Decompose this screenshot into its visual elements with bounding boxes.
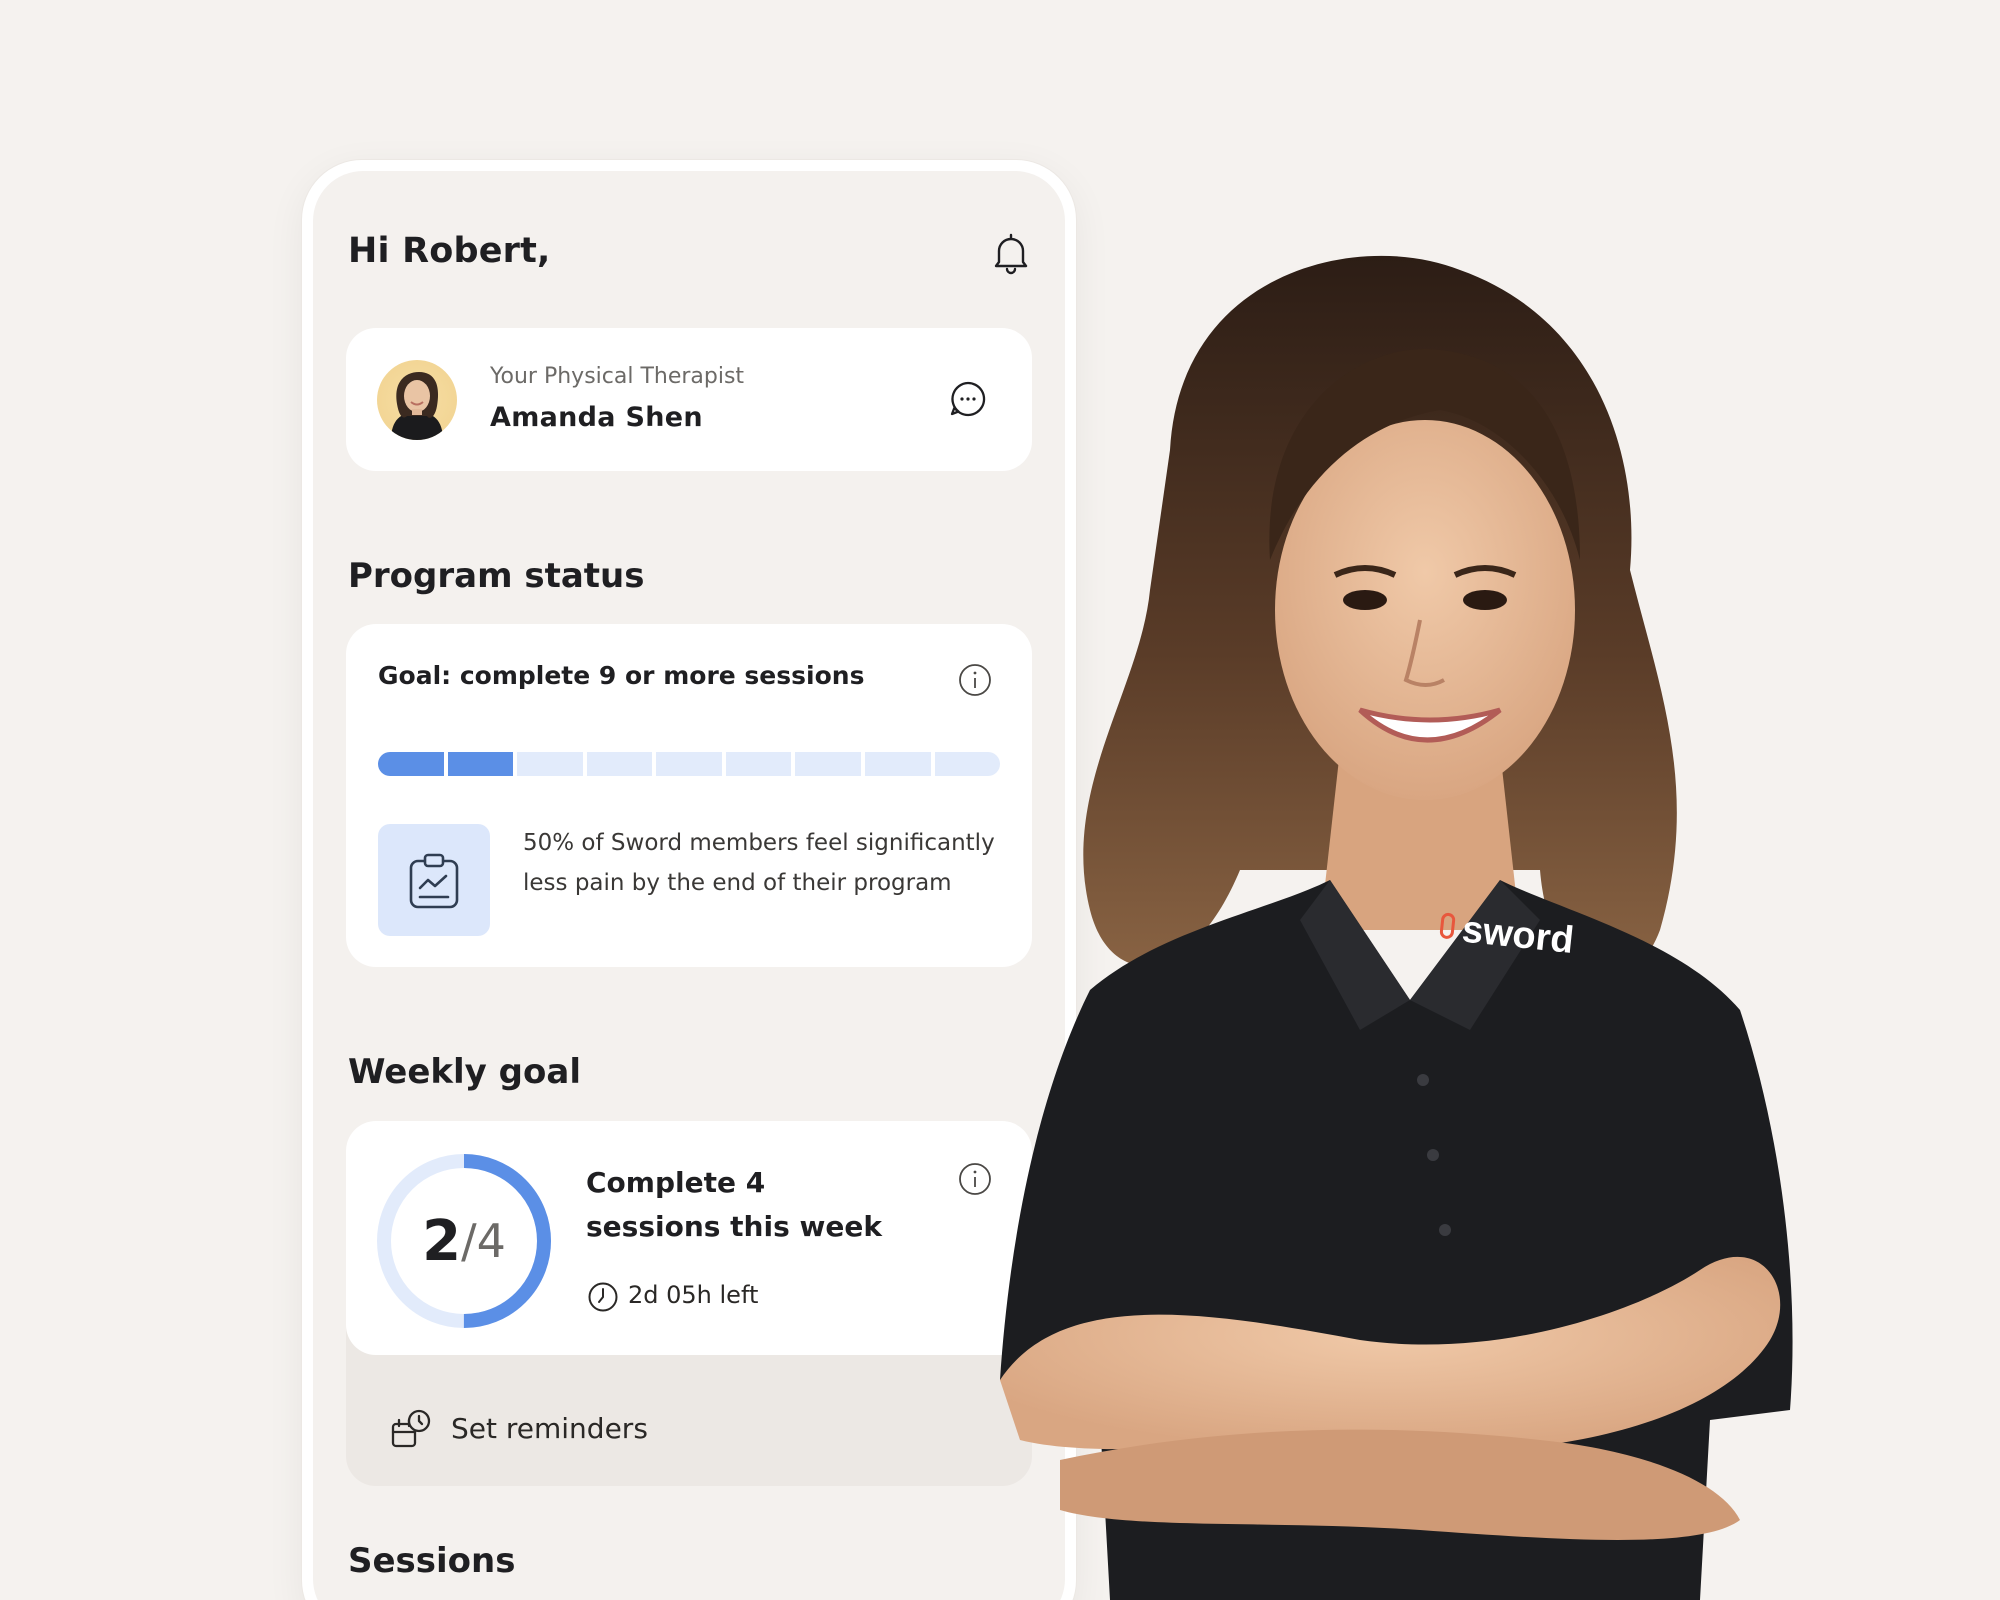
weekly-goal-card: 2/4 Complete 4 sessions this week 2d 05h… bbox=[346, 1121, 1032, 1355]
therapist-label: Your Physical Therapist bbox=[490, 364, 745, 389]
program-progress-bar bbox=[378, 752, 1001, 776]
therapist-photo bbox=[1000, 255, 1793, 1600]
calendar-reminder-icon bbox=[391, 1409, 431, 1448]
therapist-avatar bbox=[377, 360, 457, 440]
pain-stat-text: 50% of Sword members feel significantly … bbox=[523, 830, 995, 896]
weekly-goal-title: Weekly goal bbox=[348, 1052, 581, 1092]
progress-segment bbox=[795, 752, 861, 776]
time-left-text: 2d 05h left bbox=[628, 1281, 759, 1309]
sword-logo-mark bbox=[1439, 912, 1456, 940]
clock-icon bbox=[588, 1282, 618, 1312]
weekly-completed-count: 2 bbox=[422, 1208, 462, 1274]
progress-segment bbox=[586, 752, 653, 776]
therapist-name: Amanda Shen bbox=[490, 402, 703, 433]
sessions-title: Sessions bbox=[348, 1541, 516, 1581]
program-goal-card: Goal: complete 9 or more sessions 50% of… bbox=[346, 624, 1032, 967]
progress-segment bbox=[517, 752, 583, 776]
therapist-card[interactable]: Your Physical Therapist Amanda Shen bbox=[346, 328, 1032, 471]
program-goal-text: Goal: complete 9 or more sessions bbox=[378, 661, 865, 690]
set-reminders-label: Set reminders bbox=[451, 1412, 648, 1445]
clipboard-chart-icon bbox=[409, 853, 459, 909]
weekly-goal-description: Complete 4 sessions this week bbox=[586, 1166, 882, 1243]
progress-segment bbox=[447, 752, 514, 776]
progress-segment bbox=[656, 752, 722, 776]
progress-segment bbox=[864, 752, 931, 776]
weekly-total-count: /4 bbox=[461, 1214, 506, 1268]
greeting-title: Hi Robert, bbox=[348, 231, 551, 271]
progress-segment bbox=[378, 752, 444, 776]
weekly-progress-label: 2/4 bbox=[376, 1153, 552, 1329]
progress-segment bbox=[725, 752, 792, 776]
stat-icon-box bbox=[378, 824, 490, 936]
program-status-title: Program status bbox=[348, 556, 645, 596]
